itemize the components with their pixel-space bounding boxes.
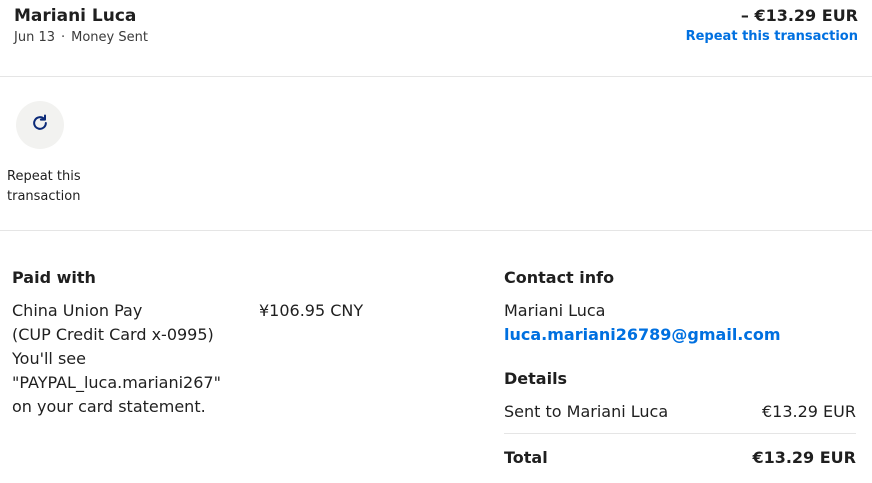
transaction-details-page: Mariani Luca Jun 13 · Money Sent – €13.29 …: [0, 0, 872, 483]
sent-to-amount: €13.29 EUR: [761, 402, 856, 421]
recipient-name: Mariani Luca: [14, 6, 137, 26]
paid-with-section: Paid with China Union Pay (CUP Credit Ca…: [12, 268, 472, 419]
statement-note: You'll see "PAYPAL_luca.mariani267" on y…: [12, 349, 221, 416]
payment-method-name: China Union Pay: [12, 301, 143, 320]
details-title: Details: [504, 369, 568, 388]
contact-email-link[interactable]: luca.mariani26789@gmail.com: [504, 323, 856, 347]
payment-amount: ¥106.95 CNY: [259, 301, 364, 320]
sent-to-row: Sent to Mariani Luca €13.29 EUR: [504, 402, 856, 434]
payment-method-description: China Union Pay (CUP Credit Card x-0995)…: [12, 299, 242, 419]
transaction-header: Mariani Luca Jun 13 · Money Sent – €13.29 …: [0, 0, 872, 77]
transaction-type: Money Sent: [71, 30, 148, 45]
repeat-transaction-label: Repeat this transaction: [7, 169, 81, 204]
transaction-actions: Repeat this transaction: [0, 77, 872, 231]
paid-with-title: Paid with: [12, 268, 96, 287]
repeat-transaction-link[interactable]: Repeat this transaction: [686, 29, 858, 44]
contact-details-section: Contact info Mariani Luca luca.mariani26…: [504, 268, 856, 467]
sent-to-label: Sent to Mariani Luca: [504, 402, 669, 421]
payment-method-card: (CUP Credit Card x-0995): [12, 325, 214, 344]
transaction-meta: Jun 13 · Money Sent: [14, 30, 148, 45]
total-amount: €13.29 EUR: [752, 448, 856, 467]
contact-info-title: Contact info: [504, 268, 615, 287]
payment-method-row: China Union Pay (CUP Credit Card x-0995)…: [12, 299, 472, 419]
total-row: Total €13.29 EUR: [504, 448, 856, 467]
total-label: Total: [504, 448, 548, 467]
meta-separator: ·: [61, 30, 66, 45]
repeat-transaction-button[interactable]: [16, 101, 64, 149]
refresh-icon: [30, 113, 50, 137]
contact-name: Mariani Luca: [504, 301, 606, 320]
transaction-amount: – €13.29 EUR: [740, 6, 858, 25]
transaction-date: Jun 13: [14, 30, 55, 45]
